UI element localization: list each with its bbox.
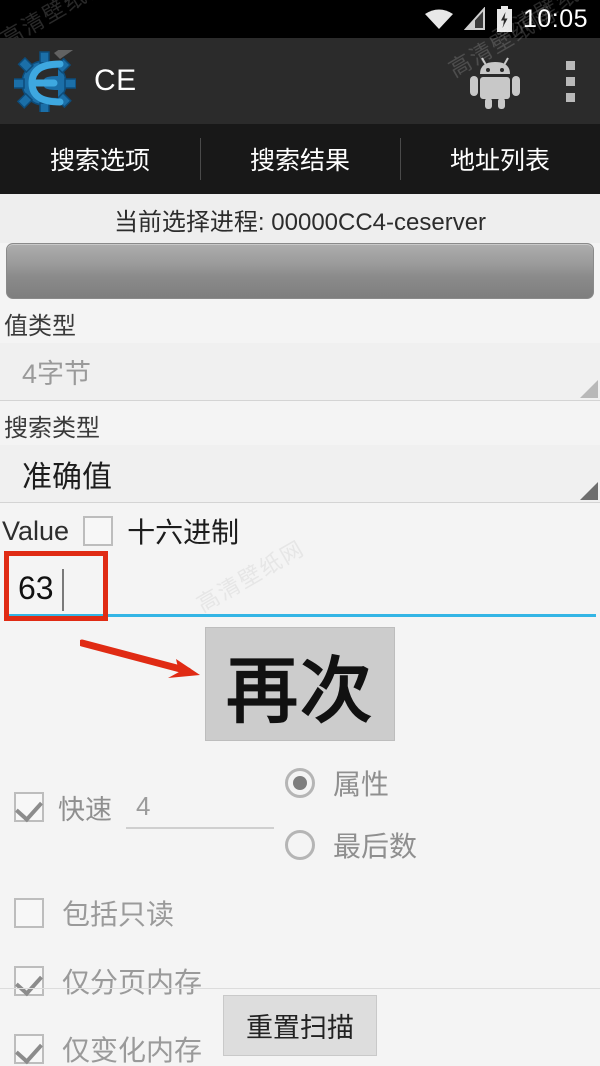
- value-type-value: 4字节: [22, 359, 92, 389]
- selected-process-label: 当前选择进程: 00000CC4-ceserver: [0, 194, 600, 243]
- scan-row: 再次 高清壁纸网: [0, 535, 600, 751]
- value-label: Value: [2, 515, 70, 546]
- search-value-input[interactable]: 63: [18, 570, 54, 607]
- battery-charging-icon: [496, 6, 512, 32]
- tab-label: 搜索结果: [249, 147, 350, 175]
- fast-label: 快速: [58, 794, 112, 825]
- overflow-dot: [565, 60, 575, 70]
- wifi-icon: [424, 9, 453, 29]
- value-row: Value 十六进制: [0, 503, 600, 553]
- fast-options: 快速 4: [0, 757, 285, 829]
- select-process-button[interactable]: [6, 243, 594, 299]
- radio-label: 最后数: [333, 831, 418, 862]
- value-type-label: 值类型: [4, 313, 76, 340]
- signal-icon: [463, 7, 485, 30]
- ce-gear-logo-icon: [14, 50, 76, 112]
- radio-last-value[interactable]: 最后数: [285, 825, 417, 865]
- options-row: 快速 4 属性 最后数: [0, 751, 600, 887]
- tab-address-list[interactable]: 地址列表: [400, 124, 600, 194]
- action-bar: CE 高清壁纸网: [0, 0, 600, 124]
- android-robot-icon[interactable]: [468, 52, 522, 110]
- radio-attribute[interactable]: 属性: [285, 763, 417, 803]
- checkbox-icon[interactable]: [14, 898, 44, 928]
- chevron-down-icon: [580, 482, 598, 500]
- scan-mode-radios: 属性 最后数: [285, 757, 417, 887]
- tab-label: 搜索选项: [49, 147, 150, 175]
- search-type-value: 准确值: [22, 460, 112, 494]
- fast-checkbox-row[interactable]: 快速 4: [14, 785, 285, 829]
- reset-scan-button[interactable]: 重置扫描: [223, 995, 377, 1056]
- fast-checkbox[interactable]: [14, 792, 44, 822]
- radio-button-icon[interactable]: [285, 768, 315, 798]
- overflow-menu-icon[interactable]: [556, 56, 584, 106]
- overflow-dot: [565, 76, 575, 86]
- app-title: CE: [94, 64, 137, 97]
- app-screen: 10:05 高清壁纸网 高清壁纸网 CE 高清壁纸网 搜索选项 搜索结果 地址列…: [0, 0, 600, 1066]
- value-input-wrap: 63: [0, 551, 600, 621]
- fast-value-input[interactable]: 4: [126, 785, 274, 829]
- main-content: 当前选择进程: 00000CC4-ceserver 值类型 4字节 搜索类型 准…: [0, 194, 600, 1066]
- chevron-down-icon: [580, 380, 598, 398]
- search-type-spinner[interactable]: 准确值: [0, 445, 600, 503]
- radio-button-icon[interactable]: [285, 830, 315, 860]
- status-clock: 10:05: [522, 4, 588, 33]
- scan-again-button[interactable]: 再次: [205, 627, 395, 741]
- tab-label: 地址列表: [449, 147, 550, 175]
- tab-search-results[interactable]: 搜索结果: [200, 124, 400, 194]
- bottom-bar: 重置扫描: [0, 988, 600, 1066]
- scan-again-label: 再次: [225, 651, 374, 732]
- status-bar: 10:05 高清壁纸网 高清壁纸网: [0, 0, 600, 52]
- search-type-label: 搜索类型: [4, 415, 100, 442]
- hex-checkbox[interactable]: [83, 516, 114, 546]
- checkbox-include-readonly[interactable]: 包括只读: [14, 893, 600, 933]
- overflow-dot: [565, 92, 575, 102]
- value-type-spinner[interactable]: 4字节: [0, 343, 600, 401]
- radio-label: 属性: [333, 769, 390, 800]
- fast-value: 4: [136, 790, 151, 821]
- text-cursor: [62, 569, 64, 611]
- hex-label: 十六进制: [127, 517, 240, 548]
- tab-search-options[interactable]: 搜索选项: [0, 124, 200, 202]
- checkbox-label: 包括只读: [62, 899, 175, 930]
- reset-scan-label: 重置扫描: [246, 1013, 354, 1043]
- tab-bar: 搜索选项 搜索结果 地址列表: [0, 124, 600, 202]
- annotation-arrow-icon: [80, 639, 200, 678]
